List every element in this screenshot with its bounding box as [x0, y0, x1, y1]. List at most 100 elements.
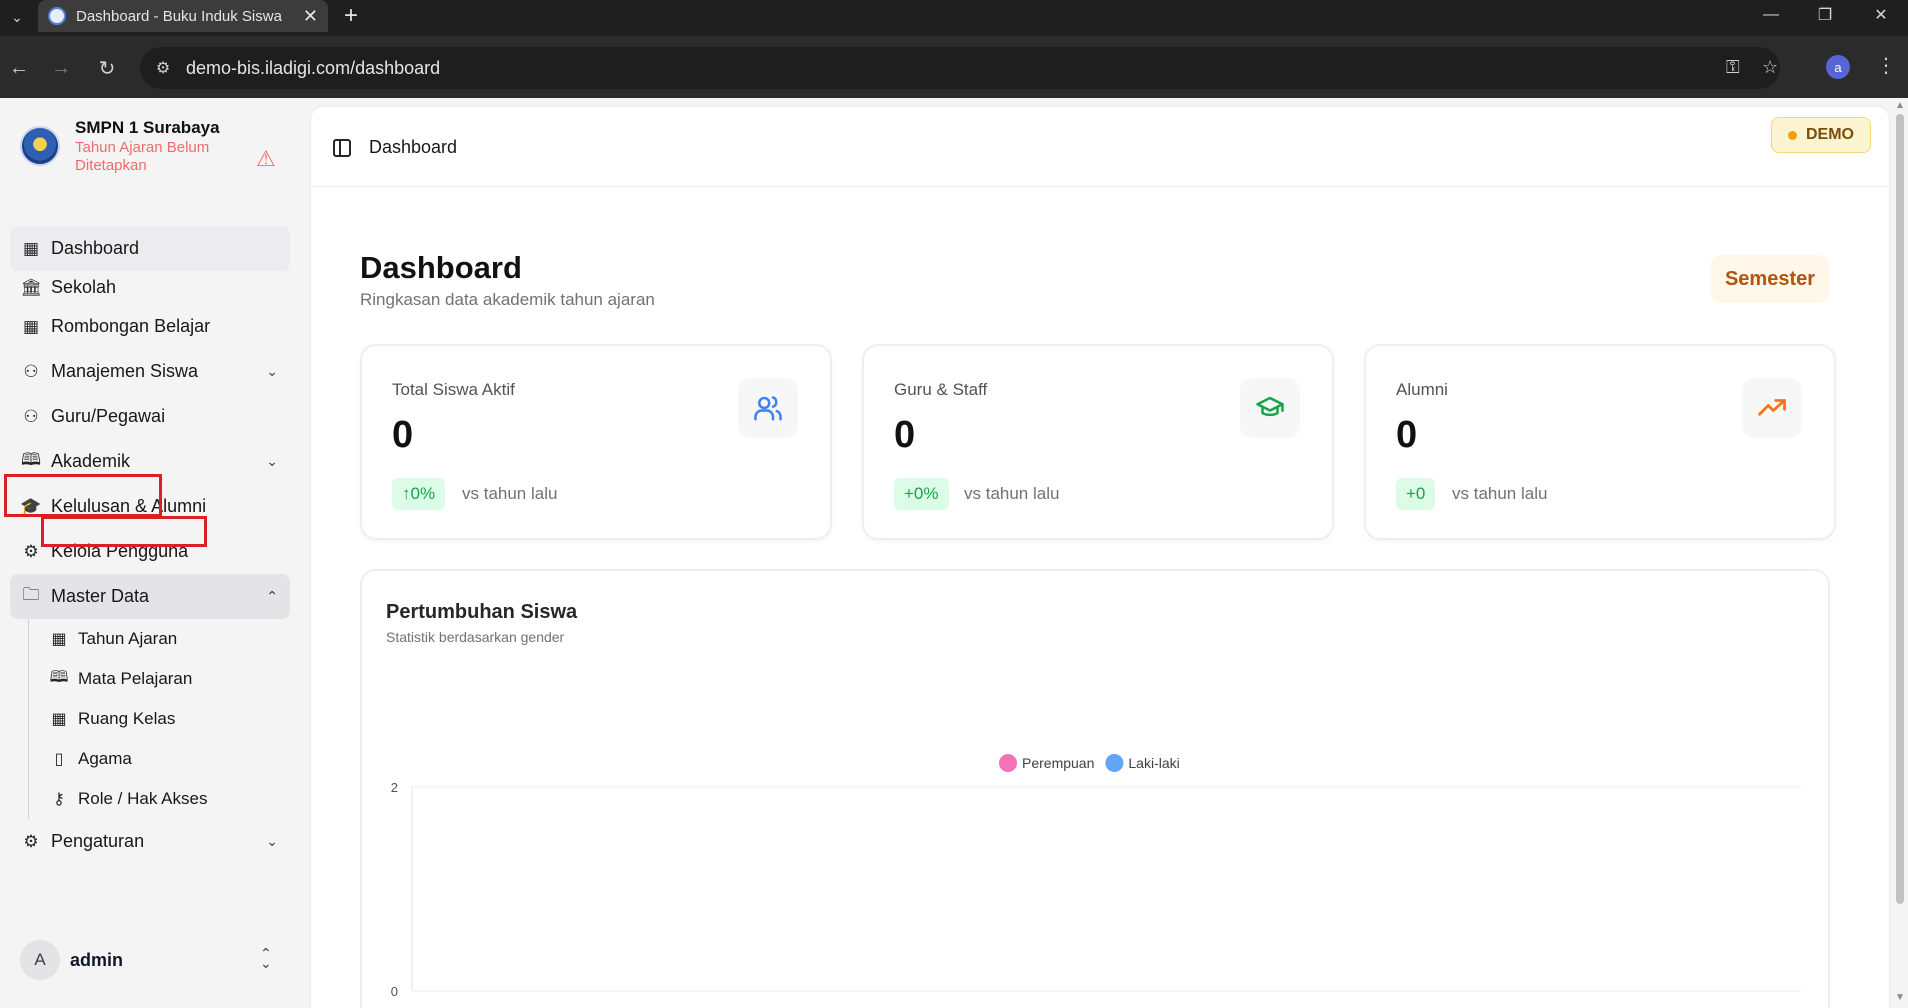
- submenu-item-ruang-kelas[interactable]: ▦ Ruang Kelas: [42, 699, 290, 739]
- submenu-item-label: Role / Hak Akses: [78, 789, 208, 808]
- main-panel: Dashboard DEMO Dashboard Ringkasan data …: [311, 107, 1889, 1008]
- url-text[interactable]: demo-bis.iladigi.com/dashboard: [186, 58, 440, 79]
- sidebar-item-label: Akademik: [51, 451, 131, 471]
- address-bar[interactable]: ⚙ demo-bis.iladigi.com/dashboard ⚿ ☆: [140, 47, 1780, 89]
- sidebar-nav: ▦ Dashboard 🏛 Sekolah ▦ Rombongan Belaja…: [10, 226, 290, 864]
- book-open-icon: 🕮: [20, 450, 42, 469]
- stat-change-badge: ↑0%: [392, 478, 446, 510]
- school-icon: 🏛: [20, 277, 42, 297]
- submenu-item-label: Mata Pelajaran: [78, 669, 193, 688]
- users-icon: ⚇: [23, 406, 39, 426]
- grid-icon: ▦: [22, 316, 40, 336]
- stat-compare: vs tahun lalu: [964, 484, 1060, 503]
- user-menu[interactable]: A admin ⌃ ⌄: [20, 940, 290, 982]
- site-info-icon[interactable]: ⚙: [150, 55, 176, 81]
- scroll-up-icon[interactable]: ▲: [1895, 100, 1905, 111]
- chevron-down-icon: ⌄: [266, 363, 278, 379]
- folder-icon: 🗀: [22, 585, 40, 604]
- stat-value: 0: [1396, 414, 1418, 456]
- window-close-icon[interactable]: ✕: [1858, 0, 1904, 30]
- new-tab-icon[interactable]: +: [344, 2, 358, 30]
- chart-plot: Perempuan Laki-laki 2 0: [391, 754, 1802, 999]
- minimize-icon[interactable]: —: [1748, 0, 1794, 30]
- stat-compare: vs tahun lalu: [462, 484, 558, 503]
- sidebar-item-kelulusan-alumni[interactable]: 🎓 Kelulusan & Alumni: [10, 484, 290, 529]
- browser-toolbar: ← → ↻ ⚙ demo-bis.iladigi.com/dashboard ⚿…: [0, 36, 1908, 98]
- sidebar-item-master-data[interactable]: 🗀 Master Data ⌃: [10, 574, 290, 619]
- legend-label: Perempuan: [1022, 755, 1094, 771]
- school-logo: [20, 126, 60, 166]
- status-dot-icon: [1788, 130, 1797, 140]
- stat-label: Total Siswa Aktif: [392, 380, 515, 399]
- demo-badge: DEMO: [1771, 117, 1871, 153]
- avatar: A: [20, 940, 60, 980]
- sidebar-item-rombongan-belajar[interactable]: ▦ Rombongan Belajar: [10, 304, 290, 349]
- warning-icon: ⚠: [256, 146, 276, 171]
- legend-swatch: [999, 754, 1017, 772]
- submenu-item-agama[interactable]: ▯ Agama: [42, 739, 290, 779]
- users-icon: [738, 378, 798, 438]
- user-icon: ⚇: [23, 361, 39, 381]
- stat-card-alumni: Alumni 0 +0 vs tahun lalu: [1364, 344, 1836, 540]
- forward-icon[interactable]: →: [46, 53, 76, 83]
- sidebar-item-dashboard[interactable]: ▦ Dashboard: [10, 226, 290, 271]
- submenu-item-tahun-ajaran[interactable]: ▦ Tahun Ajaran: [42, 619, 290, 659]
- book-open-icon: 🕮: [49, 668, 69, 686]
- stat-label: Guru & Staff: [894, 380, 988, 399]
- key-icon: ⚷: [53, 791, 65, 808]
- page-subtitle: Ringkasan data akademik tahun ajaran: [360, 290, 655, 309]
- submenu-item-label: Agama: [78, 749, 132, 768]
- back-icon[interactable]: ←: [4, 53, 34, 83]
- sidebar-item-label: Dashboard: [51, 238, 140, 258]
- chevrons-up-down-icon: ⌃ ⌄: [260, 945, 272, 971]
- stat-card-guru-staff: Guru & Staff 0 +0% vs tahun lalu: [862, 344, 1334, 540]
- reload-icon[interactable]: ↻: [92, 53, 122, 83]
- sidebar-item-akademik[interactable]: 🕮 Akademik ⌄: [10, 439, 290, 484]
- stat-value: 0: [894, 414, 916, 456]
- chevron-down-icon: ⌄: [266, 453, 278, 469]
- school-name: SMPN 1 Surabaya: [75, 118, 220, 137]
- sidebar-item-label: Master Data: [51, 586, 150, 606]
- tab-close-icon[interactable]: ✕: [303, 6, 318, 27]
- restore-icon[interactable]: ❐: [1802, 0, 1848, 30]
- browser-tab[interactable]: Dashboard - Buku Induk Siswa ✕: [38, 0, 328, 32]
- main-header: Dashboard DEMO: [311, 107, 1889, 187]
- sidebar-item-pengaturan[interactable]: ⚙ Pengaturan ⌄: [10, 819, 290, 864]
- profile-avatar[interactable]: a: [1826, 55, 1850, 79]
- sidebar-item-label: Kelola Pengguna: [51, 541, 189, 561]
- academic-year-status: Tahun Ajaran Belum Ditetapkan: [75, 139, 210, 174]
- submenu-item-role-hak-akses[interactable]: ⚷ Role / Hak Akses: [42, 779, 290, 819]
- sidebar-item-manajemen-siswa[interactable]: ⚇ Manajemen Siswa ⌄: [10, 349, 290, 394]
- breadcrumb: Dashboard: [369, 137, 458, 157]
- sidebar-item-guru-pegawai[interactable]: ⚇ Guru/Pegawai: [10, 394, 290, 439]
- calendar-icon: ▦: [51, 631, 67, 648]
- submenu-item-label: Tahun Ajaran: [78, 629, 178, 648]
- page-scrollbar[interactable]: ▲ ▼: [1892, 98, 1908, 1008]
- trending-up-icon: [1742, 378, 1802, 438]
- user-name: admin: [70, 950, 124, 970]
- sidebar: SMPN 1 Surabaya Tahun Ajaran Belum Ditet…: [0, 98, 310, 1008]
- chevron-down-icon: ⌄: [266, 833, 278, 849]
- user-cog-icon: ⚙: [23, 541, 39, 561]
- stat-card-total-siswa: Total Siswa Aktif 0 ↑0% vs tahun lalu: [360, 344, 832, 540]
- legend-swatch: [1105, 754, 1124, 772]
- chevron-up-icon: ⌃: [266, 588, 278, 604]
- sidebar-item-sekolah[interactable]: 🏛 Sekolah: [10, 271, 290, 304]
- sidebar-item-kelola-pengguna[interactable]: ⚙ Kelola Pengguna: [10, 529, 290, 574]
- tab-search-chevron-icon[interactable]: ⌄: [4, 4, 30, 30]
- sidebar-item-label: Kelulusan & Alumni: [51, 496, 207, 516]
- scroll-thumb[interactable]: [1896, 114, 1904, 904]
- stat-change-badge: +0: [1396, 478, 1436, 510]
- sidebar-item-label: Pengaturan: [51, 831, 145, 851]
- bookmark-star-icon[interactable]: ☆: [1762, 57, 1778, 78]
- legend-label: Laki-laki: [1128, 755, 1179, 771]
- graduation-cap-icon: 🎓: [20, 496, 42, 516]
- sidebar-toggle-icon[interactable]: [333, 139, 351, 157]
- browser-menu-icon[interactable]: ⋮: [1876, 53, 1896, 78]
- password-key-icon[interactable]: ⚿: [1726, 57, 1740, 78]
- submenu-item-mata-pelajaran[interactable]: 🕮 Mata Pelajaran: [42, 659, 290, 699]
- scroll-down-icon[interactable]: ▼: [1895, 992, 1905, 1003]
- semester-button[interactable]: Semester: [1711, 255, 1829, 303]
- browser-tab-bar: ⌄ Dashboard - Buku Induk Siswa ✕ + — ❐ ✕: [0, 0, 1908, 36]
- sidebar-item-label: Sekolah: [51, 277, 117, 297]
